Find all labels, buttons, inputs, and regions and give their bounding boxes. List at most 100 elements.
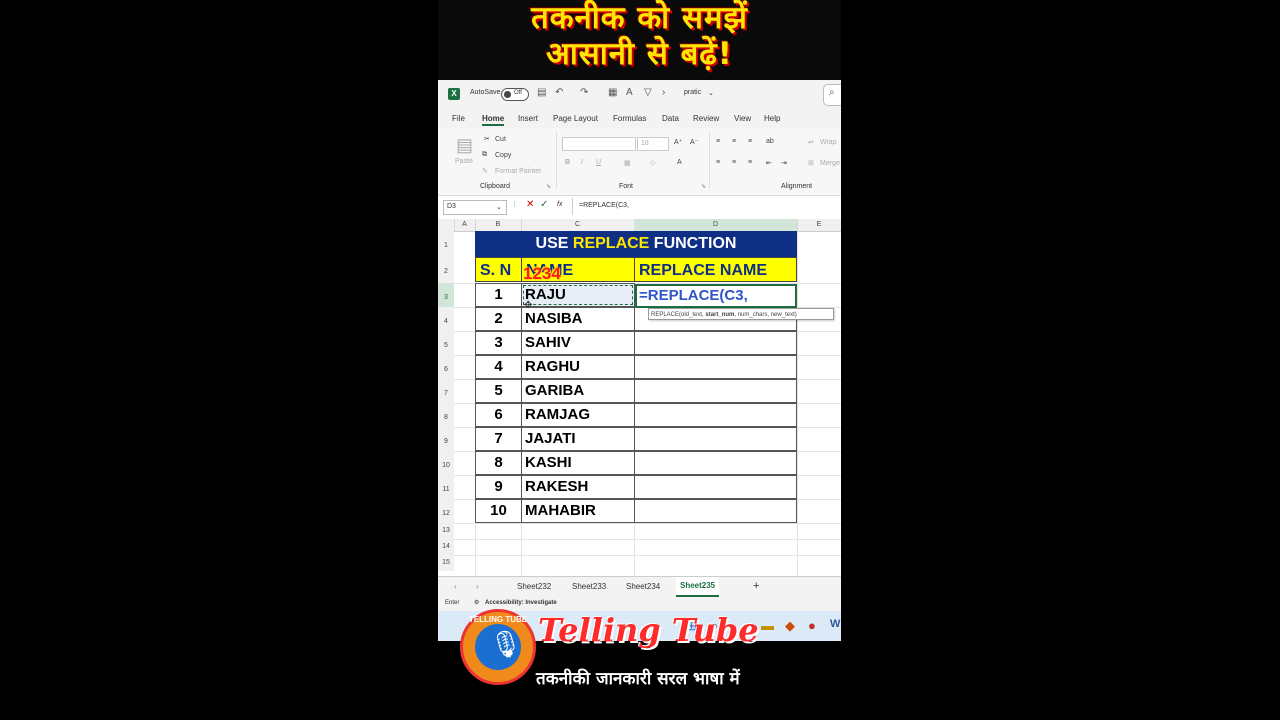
next-sheet-icon[interactable]: › <box>476 582 479 591</box>
sn-cell[interactable]: 10 <box>475 499 522 523</box>
top-align-icon[interactable]: ≡ <box>716 138 720 145</box>
name-cell-referenced[interactable]: RAJU <box>521 283 635 307</box>
row-header-13[interactable]: 13 <box>438 523 454 539</box>
name-cell[interactable]: JAJATI <box>521 427 635 451</box>
outdent-icon[interactable]: ⇥ <box>781 159 787 167</box>
chevron-down-icon[interactable]: ⌄ <box>496 203 502 211</box>
underline-icon[interactable]: U <box>596 159 601 166</box>
row-header-15[interactable]: 15 <box>438 555 454 571</box>
sn-cell[interactable]: 2 <box>475 307 522 331</box>
font-size-select[interactable]: 18 <box>637 137 669 151</box>
tab-help[interactable]: Help <box>764 114 780 123</box>
row-header-1[interactable]: 1 <box>438 231 454 257</box>
font-color-icon[interactable]: A <box>626 87 633 98</box>
prev-sheet-icon[interactable]: ‹ <box>454 582 457 591</box>
redo-icon[interactable]: ↷ <box>580 87 588 98</box>
name-cell[interactable]: SAHIV <box>521 331 635 355</box>
tab-file[interactable]: File <box>452 114 465 123</box>
sn-cell[interactable]: 4 <box>475 355 522 379</box>
row-header-4[interactable]: 4 <box>438 307 454 331</box>
borders-icon[interactable]: ▦ <box>608 87 617 98</box>
formula-input[interactable]: =REPLACE(C3, <box>579 202 629 209</box>
format-painter-icon[interactable]: ✎ <box>482 167 488 175</box>
sn-cell[interactable]: 6 <box>475 403 522 427</box>
cancel-icon[interactable]: ✕ <box>526 199 534 210</box>
align-right-icon[interactable]: ≡ <box>748 159 752 166</box>
replace-cell[interactable] <box>634 475 797 499</box>
font-family-select[interactable] <box>562 137 636 151</box>
sheet-tab-235[interactable]: Sheet235 <box>676 577 720 597</box>
column-header-a[interactable]: A <box>454 219 476 231</box>
decrease-font-icon[interactable]: A⁻ <box>690 138 698 146</box>
sheet-tab-234[interactable]: Sheet234 <box>626 582 660 591</box>
borders-ribbon-icon[interactable]: ▦ <box>624 159 631 167</box>
tab-view[interactable]: View <box>734 114 751 123</box>
name-cell[interactable]: KASHI <box>521 451 635 475</box>
column-header-e[interactable]: E <box>797 219 841 231</box>
autosave-toggle[interactable]: Off <box>501 88 529 101</box>
replace-cell[interactable] <box>634 451 797 475</box>
tab-home[interactable]: Home <box>482 114 505 126</box>
font-launcher-icon[interactable]: ⬊ <box>701 183 706 190</box>
replace-cell[interactable] <box>634 427 797 451</box>
sheet-tab-232[interactable]: Sheet232 <box>517 582 551 591</box>
tab-formulas[interactable]: Formulas <box>613 114 646 123</box>
active-cell-d3[interactable]: =REPLACE(C3, <box>635 284 797 308</box>
row-header-6[interactable]: 6 <box>438 355 454 379</box>
sn-cell[interactable]: 1 <box>475 283 522 307</box>
name-cell[interactable]: GARIBA <box>521 379 635 403</box>
word-icon[interactable]: W <box>830 618 840 630</box>
header-cell-replace[interactable]: REPLACE NAME <box>634 257 797 282</box>
cut-icon[interactable]: ✂ <box>484 135 490 143</box>
row-header-3[interactable]: 3 <box>438 283 454 307</box>
increase-font-icon[interactable]: A⁺ <box>674 138 682 146</box>
tab-insert[interactable]: Insert <box>518 114 538 123</box>
name-cell[interactable]: RAGHU <box>521 355 635 379</box>
sheet-tab-233[interactable]: Sheet233 <box>572 582 606 591</box>
name-cell[interactable]: RAKESH <box>521 475 635 499</box>
merge-label[interactable]: Merge <box>820 160 840 167</box>
row-header-11[interactable]: 11 <box>438 475 454 499</box>
row-header-7[interactable]: 7 <box>438 379 454 403</box>
font-color-ribbon-icon[interactable]: A <box>677 159 682 166</box>
replace-cell[interactable] <box>634 499 797 523</box>
select-all-corner[interactable] <box>438 219 455 231</box>
chevron-down-icon[interactable]: ⌄ <box>708 89 714 97</box>
replace-cell[interactable] <box>634 355 797 379</box>
search-input[interactable]: ⌕ <box>823 84 841 106</box>
replace-cell[interactable] <box>634 379 797 403</box>
undo-icon[interactable]: ↶ <box>555 87 563 98</box>
row-header-2[interactable]: 2 <box>438 257 454 283</box>
overflow-icon[interactable]: › <box>662 87 665 98</box>
name-cell[interactable]: NASIBA <box>521 307 635 331</box>
wrap-text-label[interactable]: Wrap <box>820 139 837 146</box>
enter-icon[interactable]: ✓ <box>540 199 548 210</box>
row-header-8[interactable]: 8 <box>438 403 454 427</box>
format-painter-label[interactable]: Format Painter <box>495 168 541 175</box>
replace-cell[interactable] <box>634 403 797 427</box>
paste-label[interactable]: Paste <box>455 158 473 165</box>
tab-data[interactable]: Data <box>662 114 679 123</box>
accessibility-status[interactable]: Accessibility: Investigate <box>485 600 557 606</box>
name-cell[interactable]: MAHABIR <box>521 499 635 523</box>
name-box[interactable]: D3 ⌄ <box>443 200 507 215</box>
sn-cell[interactable]: 5 <box>475 379 522 403</box>
italic-icon[interactable]: I <box>581 159 583 166</box>
sn-cell[interactable]: 7 <box>475 427 522 451</box>
middle-align-icon[interactable]: ≡ <box>732 138 736 145</box>
tab-review[interactable]: Review <box>693 114 719 123</box>
cut-label[interactable]: Cut <box>495 136 506 143</box>
align-left-icon[interactable]: ≡ <box>716 159 720 166</box>
insert-function-icon[interactable]: fx <box>557 201 562 208</box>
align-center-icon[interactable]: ≡ <box>732 159 736 166</box>
column-header-b[interactable]: B <box>475 219 522 231</box>
paste-icon[interactable]: ▤ <box>456 135 473 156</box>
bold-icon[interactable]: B <box>565 159 570 166</box>
row-header-10[interactable]: 10 <box>438 451 454 475</box>
bottom-align-icon[interactable]: ≡ <box>748 138 752 145</box>
copy-icon[interactable]: ⧉ <box>482 151 487 159</box>
name-cell[interactable]: RAMJAG <box>521 403 635 427</box>
filter-icon[interactable]: ▽ <box>644 87 652 98</box>
column-header-c[interactable]: C <box>521 219 635 231</box>
row-header-12[interactable]: 12 <box>438 499 454 523</box>
